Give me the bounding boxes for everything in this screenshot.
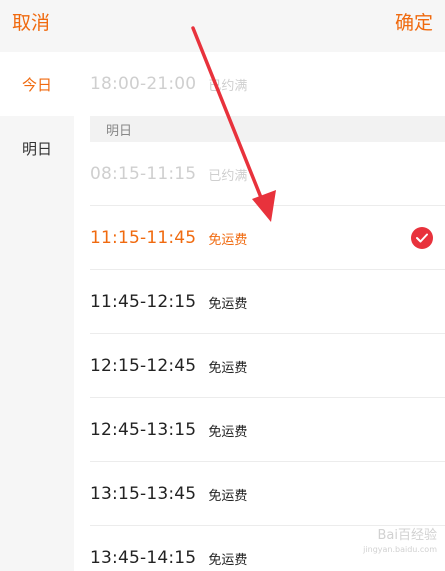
- time-slot[interactable]: 11:45-12:15 免运费: [74, 270, 445, 334]
- time-slot-picker: 取消 确定 今日 明日 18:00-21:00 已约满 明日 08:15-11:…: [0, 0, 445, 571]
- confirm-button[interactable]: 确定: [395, 9, 433, 37]
- picker-header: 取消 确定: [0, 0, 445, 52]
- watermark: Bai百经验 jingyan.baidu.com: [363, 529, 437, 557]
- slot-time: 11:45-12:15: [90, 292, 197, 312]
- date-section-header: 明日: [90, 116, 445, 142]
- slot-time: 18:00-21:00: [90, 74, 197, 94]
- slot-tag: 已约满: [208, 78, 248, 94]
- sidebar-item-today[interactable]: 今日: [0, 52, 74, 116]
- slot-time: 11:15-11:45: [90, 228, 197, 248]
- sidebar-item-label: 今日: [21, 75, 52, 94]
- check-icon: [411, 227, 433, 249]
- slot-time: 13:45-14:15: [90, 548, 197, 568]
- time-slot-full: 08:15-11:15 已约满: [74, 142, 445, 206]
- slot-tag: 免运费: [208, 488, 248, 504]
- slot-tag: 免运费: [208, 296, 248, 312]
- sidebar-item-label: 明日: [21, 139, 52, 158]
- slot-time: 12:45-13:15: [90, 420, 197, 440]
- slot-tag: 免运费: [208, 232, 248, 248]
- time-slot[interactable]: 12:45-13:15 免运费: [74, 398, 445, 462]
- watermark-url: jingyan.baidu.com: [363, 545, 437, 554]
- cancel-button[interactable]: 取消: [12, 9, 50, 37]
- time-slot[interactable]: 13:15-13:45 免运费: [74, 462, 445, 526]
- slot-tag: 免运费: [208, 424, 248, 440]
- slot-time: 13:15-13:45: [90, 484, 197, 504]
- sidebar-item-tomorrow[interactable]: 明日: [0, 116, 74, 180]
- time-slot-selected[interactable]: 11:15-11:45 免运费: [74, 206, 445, 270]
- time-slot-full: 18:00-21:00 已约满: [74, 52, 445, 116]
- watermark-brand: Bai百经验: [377, 528, 438, 543]
- slot-time: 12:15-12:45: [90, 356, 197, 376]
- time-slot[interactable]: 12:15-12:45 免运费: [74, 334, 445, 398]
- slot-tag: 已约满: [208, 168, 248, 184]
- slot-time: 08:15-11:15: [90, 164, 197, 184]
- date-sidebar: 今日 明日: [0, 52, 74, 571]
- slot-tag: 免运费: [208, 552, 248, 568]
- slot-tag: 免运费: [208, 360, 248, 376]
- time-slot-list: 18:00-21:00 已约满 明日 08:15-11:15 已约满 11:15…: [74, 52, 445, 571]
